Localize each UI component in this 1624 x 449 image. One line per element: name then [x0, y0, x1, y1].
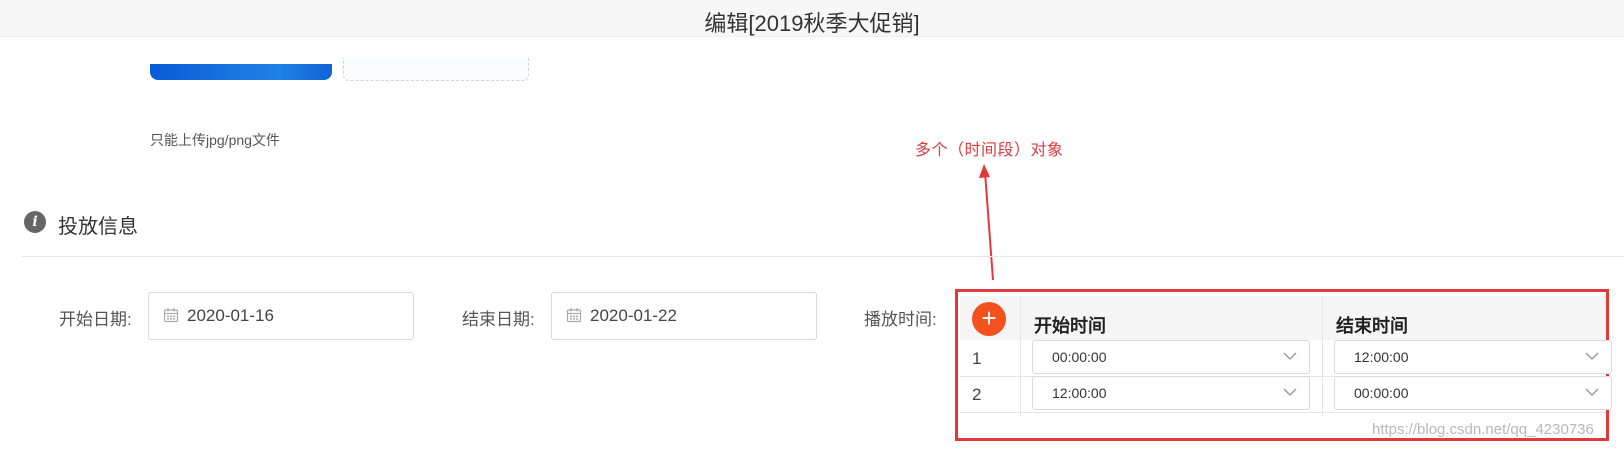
start-time-header: 开始时间 — [1034, 316, 1106, 336]
schedule-table-highlight: + 开始时间 结束时间 1 00:00:00 12:00:00 2 12:00:… — [955, 289, 1612, 441]
end-date-label: 结束日期: — [462, 310, 535, 329]
start-time-select[interactable]: 12:00:00 — [1032, 376, 1310, 410]
row-index: 2 — [972, 385, 982, 404]
start-time-value: 12:00:00 — [1052, 385, 1107, 401]
start-date-label: 开始日期: — [59, 310, 132, 329]
upload-dropzone[interactable] — [343, 58, 529, 81]
end-date-input[interactable]: 2020-01-22 — [551, 292, 817, 340]
watermark: https://blog.csdn.net/qq_4230736 — [1372, 421, 1594, 438]
window-title: 编辑[2019秋季大促销] — [704, 11, 920, 36]
end-time-header: 结束时间 — [1336, 316, 1408, 336]
row-divider — [960, 412, 1606, 413]
section-header: i 投放信息 — [22, 208, 1624, 257]
annotation-label: 多个（时间段）对象 — [915, 142, 1064, 159]
upload-hint: 只能上传jpg/png文件 — [150, 132, 280, 148]
table-header-row: + 开始时间 结束时间 — [960, 296, 1606, 340]
row-index: 1 — [972, 349, 982, 368]
end-time-value: 00:00:00 — [1354, 385, 1409, 401]
info-icon: i — [24, 211, 46, 233]
start-date-value: 2020-01-16 — [187, 306, 274, 325]
schedule-table: + 开始时间 结束时间 1 00:00:00 12:00:00 2 12:00:… — [960, 296, 1612, 416]
end-time-select[interactable]: 00:00:00 — [1334, 376, 1612, 410]
upload-button[interactable] — [150, 64, 332, 80]
chevron-down-icon — [1283, 352, 1297, 360]
title-bar: 编辑[2019秋季大促销] — [0, 0, 1624, 37]
calendar-icon — [163, 308, 179, 323]
end-time-value: 12:00:00 — [1354, 349, 1409, 365]
chevron-down-icon — [1283, 388, 1297, 396]
chevron-down-icon — [1585, 388, 1599, 396]
start-date-input[interactable]: 2020-01-16 — [148, 292, 414, 340]
play-time-label: 播放时间: — [864, 310, 937, 329]
column-divider — [1020, 296, 1021, 416]
end-time-select[interactable]: 12:00:00 — [1334, 340, 1612, 374]
add-row-button[interactable]: + — [972, 302, 1006, 336]
end-date-value: 2020-01-22 — [590, 306, 677, 325]
start-time-value: 00:00:00 — [1052, 349, 1107, 365]
column-divider — [1322, 296, 1323, 416]
section-title: 投放信息 — [58, 216, 138, 238]
chevron-down-icon — [1585, 352, 1599, 360]
start-time-select[interactable]: 00:00:00 — [1032, 340, 1310, 374]
calendar-icon — [566, 308, 582, 323]
